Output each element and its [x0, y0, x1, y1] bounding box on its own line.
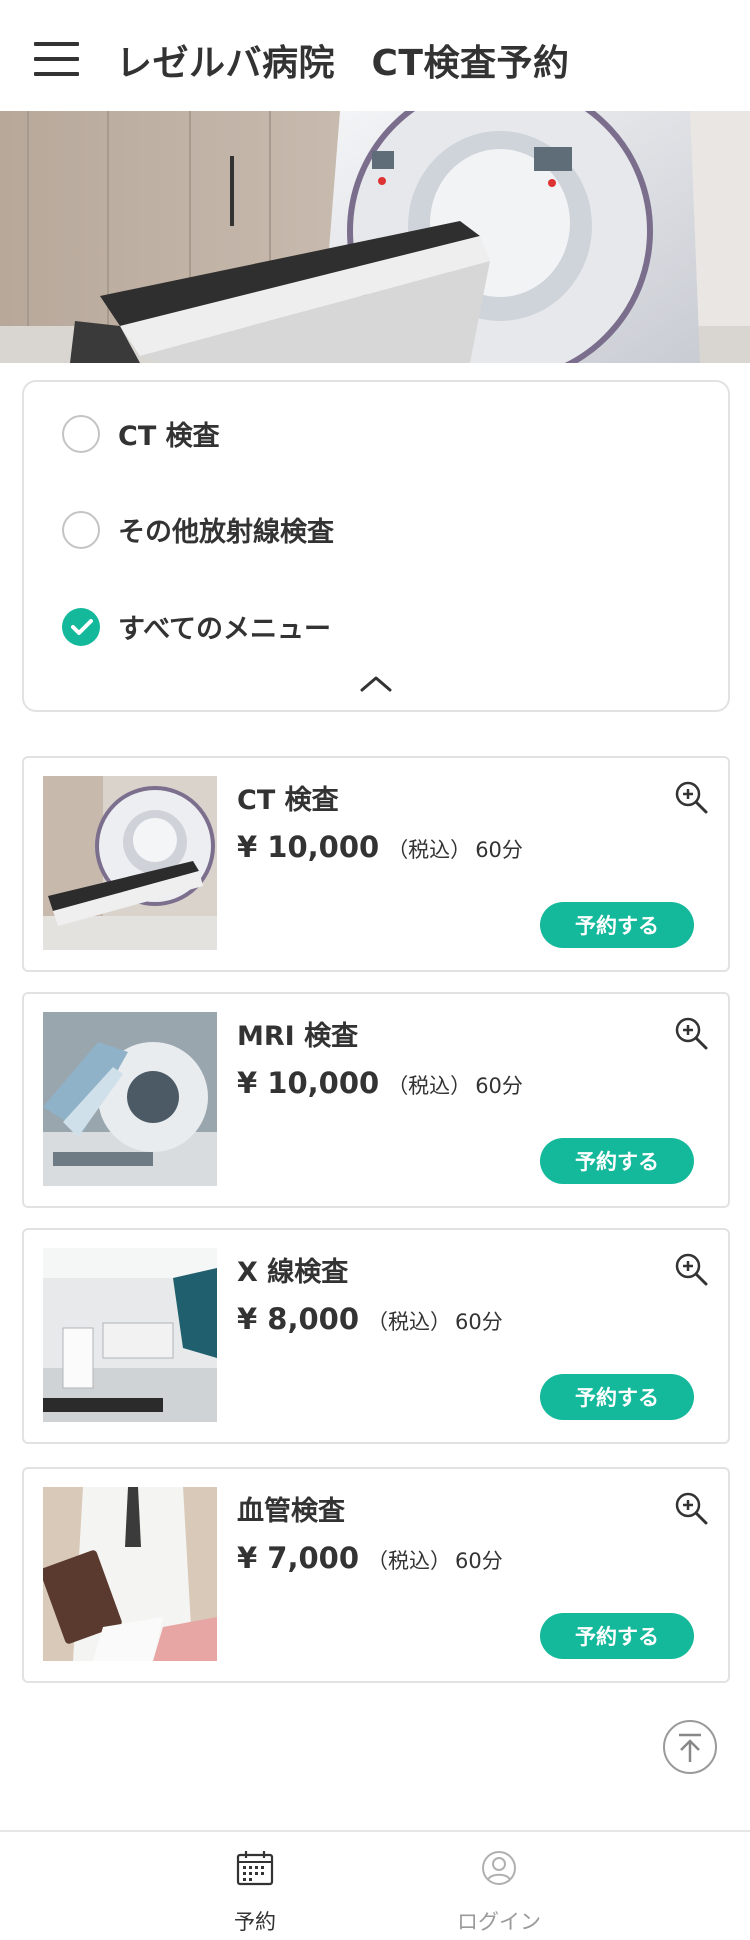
nav-item-reserve[interactable]: 予約	[175, 1832, 335, 1940]
exam-thumbnail	[43, 776, 217, 950]
zoom-in-icon[interactable]	[674, 1252, 708, 1286]
exam-filter-panel: CT 検査 その他放射線検査 すべてのメニュー	[22, 380, 730, 712]
exam-card-xray: X 線検査 ¥ 8,000 （税込） 60分 予約する	[22, 1228, 730, 1444]
exam-tax-note: （税込）	[367, 1549, 452, 1573]
user-icon	[480, 1850, 518, 1890]
nav-label-reserve: 予約	[234, 1910, 276, 1934]
exam-price: ¥ 10,000	[237, 830, 380, 864]
chevron-up-icon[interactable]	[358, 672, 394, 696]
filter-option-ct[interactable]: CT 検査	[62, 414, 220, 453]
app-header: レゼルバ病院 CT検査予約	[0, 0, 750, 111]
exam-thumbnail	[43, 1487, 217, 1661]
filter-option-label: その他放射線検査	[118, 517, 334, 548]
radio-unchecked-icon[interactable]	[62, 510, 100, 549]
reserve-button[interactable]: 予約する	[540, 902, 694, 948]
exam-name: MRI 検査	[237, 1021, 359, 1052]
hero-image	[0, 111, 750, 363]
exam-duration: 60分	[475, 838, 523, 862]
exam-thumbnail	[43, 1248, 217, 1422]
exam-price-row: ¥ 8,000 （税込） 60分	[237, 1302, 503, 1336]
exam-price-row: ¥ 10,000 （税込） 60分	[237, 830, 523, 864]
exam-thumbnail	[43, 1012, 217, 1186]
filter-option-label: CT 検査	[118, 421, 220, 452]
nav-label-login: ログイン	[457, 1910, 541, 1934]
zoom-in-icon[interactable]	[674, 780, 708, 814]
exam-name: CT 検査	[237, 785, 339, 816]
exam-price: ¥ 8,000	[237, 1302, 360, 1336]
reserve-button[interactable]: 予約する	[540, 1138, 694, 1184]
exam-price: ¥ 7,000	[237, 1541, 360, 1575]
filter-option-label: すべてのメニュー	[118, 614, 332, 645]
reserve-button[interactable]: 予約する	[540, 1374, 694, 1420]
exam-price: ¥ 10,000	[237, 1066, 380, 1100]
page-title: レゼルバ病院 CT検査予約	[116, 43, 570, 84]
scroll-to-top-icon[interactable]	[663, 1720, 717, 1774]
hamburger-menu-icon[interactable]	[34, 42, 79, 76]
exam-tax-note: （税込）	[387, 1074, 472, 1098]
filter-option-all-menus[interactable]: すべてのメニュー	[62, 607, 331, 646]
exam-price-row: ¥ 7,000 （税込） 60分	[237, 1541, 503, 1575]
radio-unchecked-icon[interactable]	[62, 414, 100, 453]
filter-option-other-radiology[interactable]: その他放射線検査	[62, 510, 334, 549]
zoom-in-icon[interactable]	[674, 1016, 708, 1050]
exam-duration: 60分	[455, 1310, 503, 1334]
bottom-navigation: 予約 ログイン	[0, 1830, 750, 1940]
exam-price-row: ¥ 10,000 （税込） 60分	[237, 1066, 523, 1100]
nav-item-login[interactable]: ログイン	[419, 1832, 579, 1940]
exam-card-ct: CT 検査 ¥ 10,000 （税込） 60分 予約する	[22, 756, 730, 972]
exam-duration: 60分	[475, 1074, 523, 1098]
radio-checked-icon[interactable]	[62, 607, 100, 646]
exam-name: X 線検査	[237, 1257, 349, 1288]
exam-tax-note: （税込）	[367, 1310, 452, 1334]
exam-name: 血管検査	[237, 1496, 345, 1527]
exam-duration: 60分	[455, 1549, 503, 1573]
calendar-icon	[236, 1850, 274, 1890]
zoom-in-icon[interactable]	[674, 1491, 708, 1525]
exam-tax-note: （税込）	[387, 838, 472, 862]
exam-card-vascular: 血管検査 ¥ 7,000 （税込） 60分 予約する	[22, 1467, 730, 1683]
reserve-button[interactable]: 予約する	[540, 1613, 694, 1659]
exam-card-mri: MRI 検査 ¥ 10,000 （税込） 60分 予約する	[22, 992, 730, 1208]
